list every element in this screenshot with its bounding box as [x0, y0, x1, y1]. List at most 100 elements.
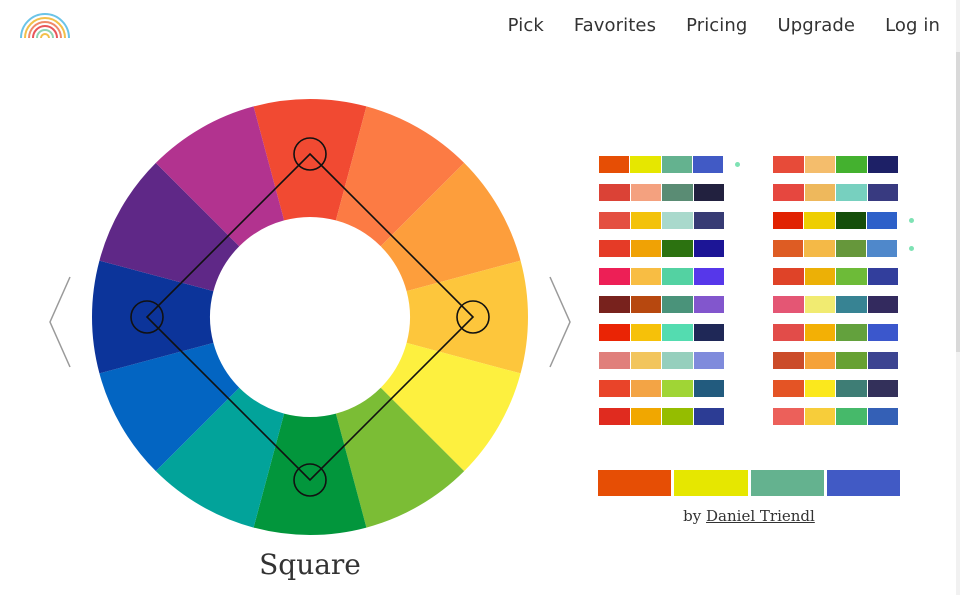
- color-wheel[interactable]: [90, 97, 530, 537]
- palette-swatch: [867, 324, 898, 341]
- author-link[interactable]: Daniel Triendl: [706, 507, 815, 525]
- scrollbar[interactable]: [956, 0, 960, 595]
- palette-swatch: [599, 296, 630, 313]
- nav-login[interactable]: Log in: [885, 15, 940, 36]
- palette-swatch: [693, 212, 724, 229]
- chevron-left-icon[interactable]: [44, 272, 74, 372]
- palette-swatch: [835, 240, 866, 257]
- palette-swatch: [804, 352, 835, 369]
- palette-swatch: [599, 240, 630, 257]
- palette-swatch: [867, 184, 898, 201]
- palette-left-4[interactable]: [599, 240, 724, 257]
- palette-swatch: [836, 268, 867, 285]
- palette-right-10[interactable]: [773, 408, 898, 425]
- palette-swatch: [662, 240, 693, 257]
- palette-right-9[interactable]: [773, 380, 898, 397]
- palette-swatch: [866, 212, 897, 229]
- palette-swatch: [773, 156, 804, 173]
- palette-left-10[interactable]: [599, 408, 724, 425]
- palette-left-8[interactable]: [599, 352, 724, 369]
- palette-swatch: [804, 408, 835, 425]
- selected-swatch[interactable]: [750, 470, 824, 496]
- palette-right-2[interactable]: [773, 184, 898, 201]
- palette-left-2[interactable]: [599, 184, 724, 201]
- palette-swatch: [662, 380, 693, 397]
- palette-swatch: [867, 268, 898, 285]
- selected-swatch[interactable]: [826, 470, 900, 496]
- palette-left-5[interactable]: [599, 268, 724, 285]
- palette-swatch: [630, 296, 661, 313]
- palette-swatch: [693, 184, 724, 201]
- palette-swatch: [804, 156, 835, 173]
- palette-swatch: [630, 184, 661, 201]
- palette-swatch: [599, 380, 630, 397]
- palette-swatch: [630, 240, 661, 257]
- palette-swatch: [867, 156, 898, 173]
- palette-right-4[interactable]: [773, 240, 914, 257]
- palette-swatch: [804, 380, 835, 397]
- palette-swatch: [773, 212, 804, 229]
- palette-swatch: [662, 324, 693, 341]
- palette-swatch: [662, 212, 693, 229]
- palette-swatch: [773, 240, 804, 257]
- palette-swatch: [599, 268, 630, 285]
- nav-favorites[interactable]: Favorites: [574, 15, 656, 36]
- palette-left-9[interactable]: [599, 380, 724, 397]
- palette-swatch: [630, 380, 661, 397]
- chevron-right-icon[interactable]: [546, 272, 576, 372]
- palette-swatch: [599, 324, 630, 341]
- nav-pick[interactable]: Pick: [508, 15, 544, 36]
- palette-right-5[interactable]: [773, 268, 898, 285]
- palette-swatch: [662, 296, 693, 313]
- palette-swatch: [693, 296, 724, 313]
- palette-right-1[interactable]: [773, 156, 898, 173]
- palette-swatch: [630, 408, 661, 425]
- palette-swatch: [692, 156, 723, 173]
- selected-palette-preview: [598, 470, 900, 496]
- palette-swatch: [804, 268, 835, 285]
- palette-swatch: [693, 268, 724, 285]
- scrollbar-thumb[interactable]: [956, 52, 960, 352]
- rainbow-logo-icon[interactable]: [18, 12, 72, 40]
- palette-swatch: [630, 212, 661, 229]
- palette-swatch: [773, 408, 804, 425]
- palette-swatch: [630, 268, 661, 285]
- palette-swatch: [804, 324, 835, 341]
- selected-swatch[interactable]: [674, 470, 748, 496]
- palette-swatch: [836, 380, 867, 397]
- palette-swatch: [599, 408, 630, 425]
- palette-right-7[interactable]: [773, 324, 898, 341]
- palette-swatch: [630, 156, 661, 173]
- palette-indicator-dot: [909, 246, 914, 251]
- palette-swatch: [804, 184, 835, 201]
- palette-left-6[interactable]: [599, 296, 724, 313]
- palette-swatch: [866, 240, 897, 257]
- palette-left-1[interactable]: [599, 156, 740, 173]
- credit-prefix: by: [683, 507, 702, 525]
- palette-swatch: [836, 156, 867, 173]
- palette-swatch: [773, 268, 804, 285]
- palette-swatch: [836, 296, 867, 313]
- palette-swatch: [599, 184, 630, 201]
- palette-right-6[interactable]: [773, 296, 898, 313]
- palette-indicator-dot: [909, 218, 914, 223]
- palette-swatch: [630, 324, 661, 341]
- palette-swatch: [835, 212, 866, 229]
- palette-swatch: [599, 212, 630, 229]
- palette-swatch: [693, 240, 724, 257]
- selected-swatch[interactable]: [598, 470, 672, 496]
- nav-upgrade[interactable]: Upgrade: [777, 15, 855, 36]
- palette-right-8[interactable]: [773, 352, 898, 369]
- palette-swatch: [773, 324, 804, 341]
- palette-swatch: [773, 352, 804, 369]
- palette-swatch: [867, 380, 898, 397]
- palette-swatch: [867, 296, 898, 313]
- palette-swatch: [836, 324, 867, 341]
- palette-left-7[interactable]: [599, 324, 724, 341]
- palette-swatch: [693, 408, 724, 425]
- palette-swatch: [804, 240, 835, 257]
- nav-pricing[interactable]: Pricing: [686, 15, 747, 36]
- palette-right-3[interactable]: [773, 212, 914, 229]
- palette-left-3[interactable]: [599, 212, 724, 229]
- palette-swatch: [693, 380, 724, 397]
